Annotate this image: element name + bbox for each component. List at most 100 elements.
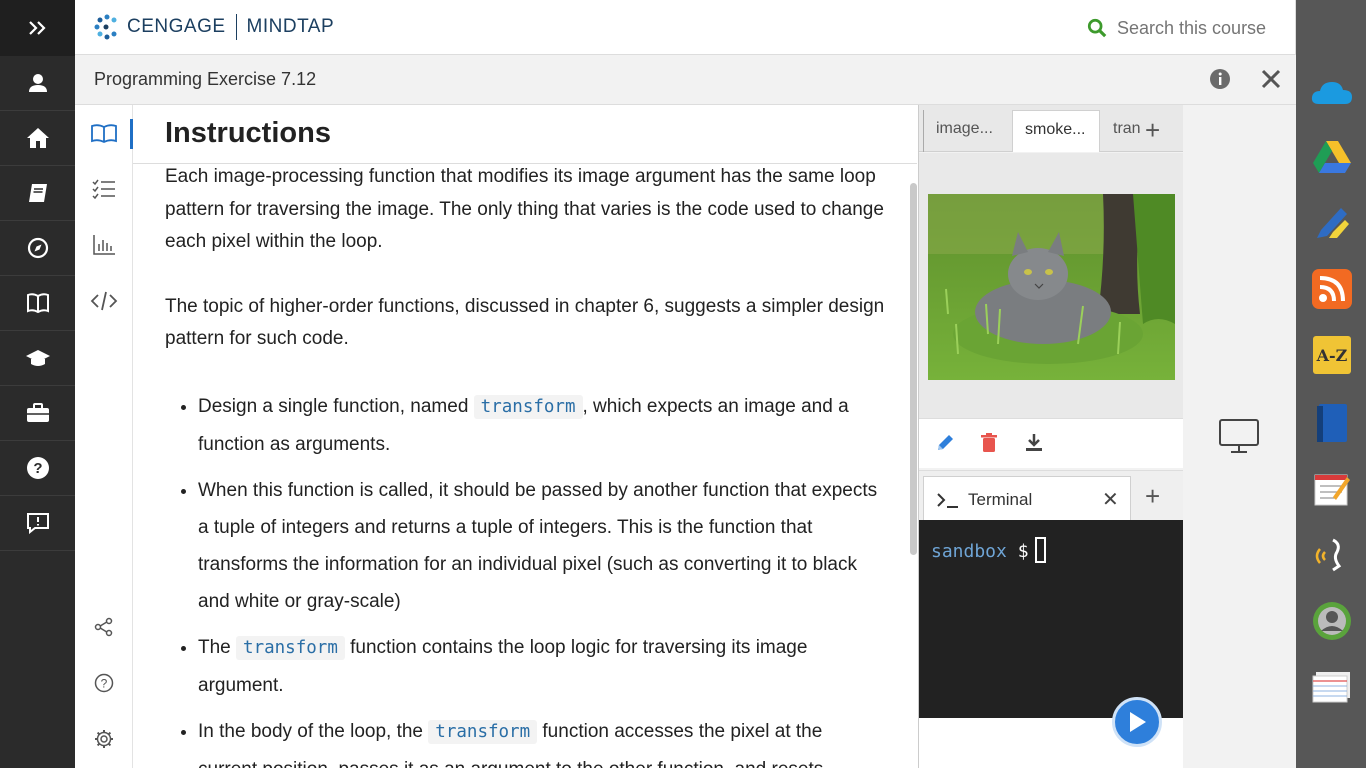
activity-titlebar: Programming Exercise 7.12	[75, 55, 1296, 105]
flashcards-icon	[1312, 672, 1350, 703]
close-icon[interactable]	[1259, 67, 1283, 91]
tool-checklist[interactable]	[75, 169, 133, 209]
play-icon	[1130, 712, 1146, 732]
feedback-icon	[26, 513, 49, 534]
nav-readings[interactable]	[0, 166, 75, 221]
chart-icon	[93, 235, 115, 255]
expand-nav-button[interactable]	[0, 0, 75, 56]
add-terminal-button[interactable]: +	[1145, 481, 1160, 512]
list-item: Design a single function, named transfor…	[198, 388, 885, 463]
search-input[interactable]	[1117, 17, 1287, 39]
tool-help[interactable]: ?	[75, 663, 133, 703]
app-notepad[interactable]	[1311, 468, 1353, 510]
tab-terminal[interactable]: Terminal ✕	[923, 476, 1131, 521]
pencil-highlighter-icon	[1317, 208, 1349, 238]
app-avatar[interactable]	[1311, 600, 1353, 642]
nav-home[interactable]	[0, 111, 75, 166]
onedrive-icon	[1311, 82, 1352, 104]
notepad-icon	[1314, 474, 1350, 506]
readspeaker-icon	[1315, 538, 1342, 572]
compass-icon	[27, 237, 48, 259]
tool-code[interactable]	[75, 281, 133, 321]
image-toolbar	[919, 418, 1184, 468]
list-item: The transform function contains the loop…	[198, 629, 885, 704]
workspace-panel: image... smoke... tran + Terminal ✕ + sa…	[918, 105, 1184, 768]
search-icon[interactable]	[1087, 17, 1107, 39]
instructions-scrollbar[interactable]	[910, 183, 917, 555]
nav-courses[interactable]	[0, 331, 75, 386]
nav-ebook[interactable]	[0, 276, 75, 331]
instructions-paragraph: The topic of higher-order functions, dis…	[165, 295, 885, 350]
tab-image-file[interactable]: image...	[923, 110, 1011, 152]
cengage-logo-icon	[94, 14, 117, 40]
gear-icon	[95, 730, 113, 748]
code-snippet: transform	[428, 719, 538, 744]
book-app-icon	[1317, 404, 1347, 442]
help-icon: ?	[94, 673, 114, 693]
instructions-pane: Instructions Each image-processing funct…	[133, 105, 917, 768]
open-book-icon	[26, 293, 49, 314]
add-tab-button[interactable]: +	[1145, 115, 1160, 146]
terminal[interactable]: sandbox $	[919, 520, 1184, 718]
app-readspeaker[interactable]	[1311, 534, 1353, 576]
file-tabs: image... smoke... tran +	[919, 105, 1184, 152]
double-chevron-right-icon	[28, 21, 46, 35]
prompt-host: sandbox	[931, 541, 1007, 562]
app-google-drive[interactable]	[1311, 136, 1353, 178]
brand-mindtap: MINDTAP	[246, 16, 335, 37]
list-item: In the body of the loop, the transform f…	[198, 713, 885, 768]
info-icon[interactable]	[1209, 68, 1231, 90]
terminal-tab-label: Terminal	[968, 490, 1033, 509]
nav-profile[interactable]	[0, 56, 75, 111]
google-drive-icon	[1313, 141, 1351, 173]
instructions-paragraph: Each image-processing function that modi…	[165, 166, 884, 252]
tab-smokey-file[interactable]: smoke...	[1012, 110, 1100, 152]
image-viewer	[919, 153, 1184, 418]
help-icon: ?	[26, 457, 49, 479]
nav-explore[interactable]	[0, 221, 75, 276]
dictionary-az-icon: A-Z	[1313, 336, 1351, 374]
app-book[interactable]	[1311, 402, 1353, 444]
trash-icon[interactable]	[980, 433, 998, 453]
tool-column: ?	[75, 105, 133, 768]
svg-text:?: ?	[101, 677, 108, 691]
app-flashcards[interactable]	[1311, 666, 1353, 708]
user-icon	[28, 74, 47, 92]
tool-progress[interactable]	[75, 225, 133, 265]
instructions-heading: Instructions	[165, 117, 331, 149]
app-dictionary[interactable]: A-Z	[1311, 334, 1353, 376]
search-box	[1087, 14, 1287, 42]
pencil-icon[interactable]	[935, 433, 955, 453]
list-item: When this function is called, it should …	[198, 472, 885, 620]
nav-career[interactable]	[0, 386, 75, 441]
graduation-cap-icon	[25, 350, 50, 366]
brand-cengage: CENGAGE	[127, 16, 226, 37]
monitor-icon[interactable]	[1218, 418, 1260, 454]
terminal-cursor	[1034, 537, 1046, 563]
tab-transform-file[interactable]: tran	[1101, 110, 1141, 152]
svg-text:A-Z: A-Z	[1316, 346, 1348, 365]
tool-settings[interactable]	[75, 719, 133, 759]
briefcase-icon	[26, 403, 49, 422]
download-icon[interactable]	[1025, 433, 1043, 453]
terminal-tabs: Terminal ✕ +	[919, 470, 1184, 521]
app-onedrive[interactable]	[1311, 71, 1353, 113]
book-icon	[28, 184, 47, 202]
code-snippet: transform	[473, 394, 583, 419]
home-icon	[26, 128, 49, 148]
top-header: CENGAGE MINDTAP ?	[75, 0, 1366, 55]
avatar-app-icon	[1313, 602, 1351, 640]
reader-icon	[91, 124, 117, 143]
run-button[interactable]	[1112, 697, 1162, 747]
tool-share[interactable]	[75, 607, 133, 647]
nav-feedback[interactable]	[0, 496, 75, 551]
checklist-icon	[92, 179, 115, 199]
cengage-mindtap-logo[interactable]: CENGAGE MINDTAP	[93, 13, 334, 41]
app-rss[interactable]	[1311, 268, 1353, 310]
close-terminal-icon[interactable]: ✕	[1102, 487, 1119, 512]
terminal-prompt: sandbox $	[931, 537, 1046, 563]
app-dock: A-Z	[1296, 0, 1366, 768]
app-highlighter[interactable]	[1311, 202, 1353, 244]
nav-help[interactable]: ?	[0, 441, 75, 496]
tool-instructions[interactable]	[75, 113, 133, 153]
